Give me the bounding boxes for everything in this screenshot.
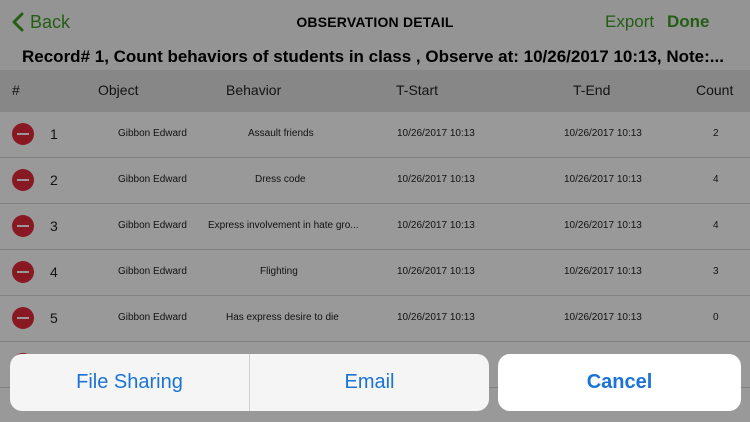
file-sharing-button[interactable]: File Sharing [10,354,249,411]
share-options-group: File Sharing Email [10,354,489,411]
cancel-button[interactable]: Cancel [498,354,741,411]
email-button[interactable]: Email [250,354,489,411]
